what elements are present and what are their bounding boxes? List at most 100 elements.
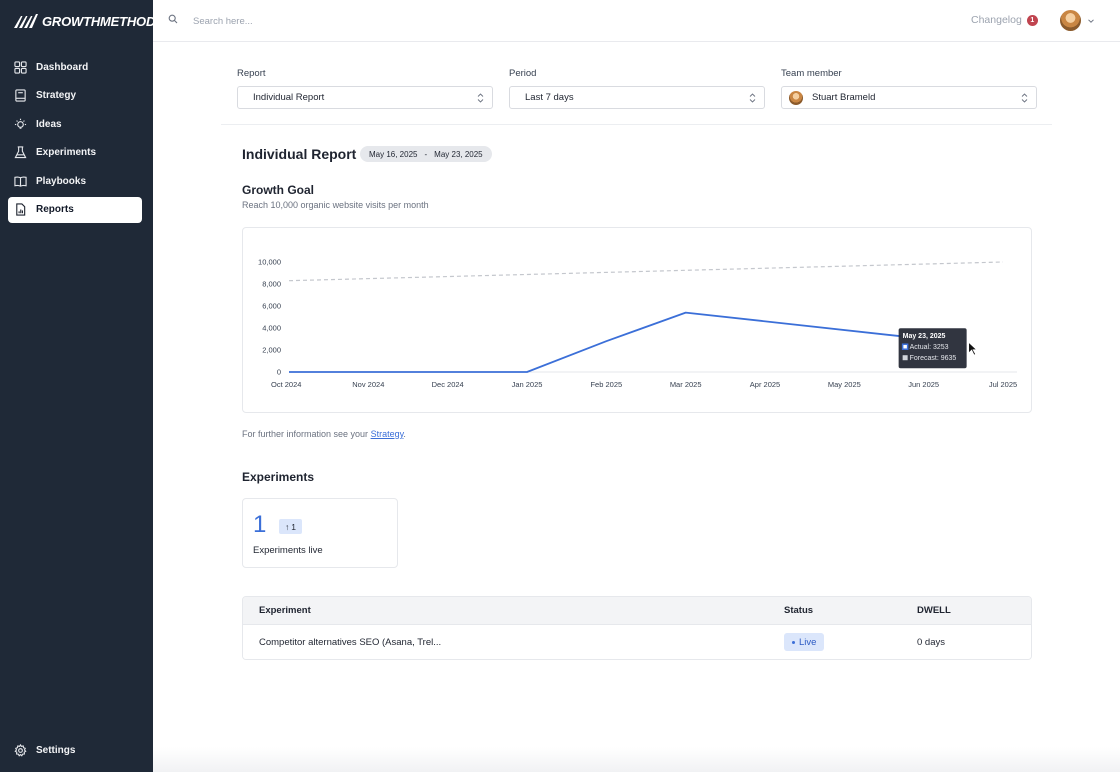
avatar	[1060, 10, 1081, 31]
table-row[interactable]: Competitor alternatives SEO (Asana, Trel…	[243, 625, 1031, 659]
experiments-live-count: 1	[253, 511, 267, 538]
sidebar-item-experiments[interactable]: Experiments	[8, 140, 142, 166]
report-filters: Report Individual Report Period Last 7 d…	[237, 68, 1037, 109]
x-tick-label: Apr 2025	[750, 380, 780, 389]
lightbulb-icon	[14, 118, 27, 129]
series-line-actual	[289, 311, 901, 373]
sidebar-item-label: Settings	[36, 744, 76, 756]
flask-icon	[14, 146, 27, 159]
sidebar-item-dashboard[interactable]: Dashboard	[8, 54, 142, 80]
experiments-live-card: 1 ↑ 1 Experiments live	[242, 498, 398, 568]
report-filter-label: Report	[237, 68, 266, 79]
x-tick-label: Jan 2025	[512, 380, 543, 389]
period-filter: Period Last 7 days	[509, 68, 765, 109]
team-member-filter-label: Team member	[781, 68, 842, 79]
y-tick-label: 6,000	[262, 302, 281, 311]
main-content: Report Individual Report Period Last 7 d…	[153, 42, 1120, 772]
chevron-down-icon	[1088, 18, 1094, 23]
select-chevrons-icon	[1021, 93, 1028, 103]
sidebar-item-strategy[interactable]: Strategy	[8, 83, 142, 109]
sidebar-nav: Dashboard Strategy Ideas Experiments Pla…	[8, 54, 142, 226]
sidebar-item-label: Experiments	[36, 147, 97, 159]
column-header-dwell[interactable]: DWELL	[902, 605, 951, 616]
further-info-suffix: .	[403, 429, 406, 439]
x-tick-label: May 2025	[828, 380, 861, 389]
experiments-delta-badge: ↑ 1	[279, 519, 302, 534]
experiment-name[interactable]: Competitor alternatives SEO (Asana, Trel…	[243, 637, 769, 648]
experiments-title: Experiments	[242, 470, 315, 484]
further-info-prefix: For further information see your	[242, 429, 371, 439]
experiment-status-cell: Live	[769, 633, 902, 651]
date-end: May 23, 2025	[434, 149, 483, 159]
y-tick-label: 10,000	[258, 258, 281, 267]
sidebar-item-ideas[interactable]: Ideas	[8, 111, 142, 137]
user-menu[interactable]	[1060, 10, 1095, 31]
mouse-cursor-icon	[968, 341, 978, 356]
y-tick-label: 8,000	[262, 280, 281, 289]
growth-goal-subtitle: Reach 10,000 organic website visits per …	[242, 200, 429, 210]
status-dot-icon	[792, 640, 795, 644]
sidebar-item-playbooks[interactable]: Playbooks	[8, 168, 142, 194]
x-tick-label: Feb 2025	[590, 380, 622, 389]
tooltip-actual-swatch	[901, 343, 909, 350]
logo-mark-icon	[14, 14, 38, 28]
growth-goal-title: Growth Goal	[242, 183, 314, 197]
report-select[interactable]: Individual Report	[237, 86, 493, 109]
growth-chart[interactable]: 10,000 8,000 6,000 4,000 2,000 0 Oct 2024 Nov 2…	[243, 228, 1033, 414]
arrow-up-icon: ↑	[285, 521, 290, 532]
tooltip-forecast: Forecast: 9635	[910, 355, 957, 362]
x-tick-label: Nov 2024	[352, 380, 384, 389]
sidebar: GROWTHMETHOD Dashboard Strategy Ideas Ex…	[0, 0, 155, 772]
sidebar-item-settings[interactable]: Settings	[8, 737, 142, 763]
search-input[interactable]	[193, 11, 593, 31]
sidebar-settings: Settings	[8, 737, 142, 766]
tooltip-forecast-swatch	[902, 355, 908, 361]
book-icon	[15, 89, 26, 102]
search-icon	[168, 14, 178, 24]
brand-logo[interactable]: GROWTHMETHOD	[14, 12, 155, 30]
tooltip-title: May 23, 2025	[903, 333, 946, 340]
team-member-select[interactable]: Stuart Brameld	[781, 86, 1037, 109]
avatar	[789, 90, 803, 105]
changelog-button[interactable]: Changelog 1	[971, 14, 1038, 26]
date-start: May 16, 2025	[369, 149, 418, 159]
further-info-text: For further information see your Strateg…	[242, 429, 406, 439]
page-title: Individual Report	[242, 146, 357, 162]
column-header-experiment[interactable]: Experiment	[243, 605, 769, 616]
sidebar-item-label: Dashboard	[36, 61, 89, 73]
tooltip-actual: Actual: 3253	[910, 344, 949, 351]
gear-icon	[14, 743, 27, 757]
period-filter-label: Period	[509, 68, 537, 79]
x-tick-label: Jun 2025	[908, 380, 939, 389]
series-line-forecast	[288, 261, 1004, 282]
x-tick-label: Dec 2024	[432, 380, 464, 389]
report-filter: Report Individual Report	[237, 68, 493, 109]
period-select[interactable]: Last 7 days	[509, 86, 765, 109]
sidebar-item-reports[interactable]: Reports	[8, 196, 142, 223]
divider	[221, 124, 1052, 125]
select-chevrons-icon	[477, 93, 484, 103]
select-chevrons-icon	[749, 93, 756, 103]
column-header-status[interactable]: Status	[769, 605, 902, 616]
growth-chart-card: 10,000 8,000 6,000 4,000 2,000 0 Oct 2024 Nov 2…	[242, 227, 1032, 413]
date-range-badge: May 16, 2025 - May 23, 2025	[360, 146, 492, 162]
sidebar-item-label: Ideas	[36, 118, 62, 130]
experiment-dwell: 0 days	[917, 636, 945, 648]
strategy-link[interactable]: Strategy	[371, 429, 404, 439]
x-tick-label: Jul 2025	[989, 380, 1017, 389]
changelog-label: Changelog	[971, 14, 1022, 26]
y-tick-label: 2,000	[262, 346, 281, 355]
sidebar-item-label: Strategy	[36, 90, 77, 102]
team-member-filter: Team member Stuart Brameld	[781, 68, 1037, 109]
experiments-live-label: Experiments live	[253, 545, 323, 556]
date-separator: -	[424, 149, 428, 159]
x-tick-label: Mar 2025	[670, 380, 702, 389]
y-tick-label: 4,000	[262, 324, 281, 333]
x-tick-label: Oct 2024	[271, 380, 301, 389]
status-label: Live	[799, 636, 817, 648]
experiments-table: Experiment Status DWELL Competitor alter…	[242, 596, 1032, 660]
changelog-count-badge: 1	[1026, 14, 1038, 26]
sidebar-item-label: Reports	[36, 204, 74, 216]
team-member-select-value: Stuart Brameld	[812, 92, 876, 103]
brand-name: GROWTHMETHOD	[42, 13, 156, 29]
